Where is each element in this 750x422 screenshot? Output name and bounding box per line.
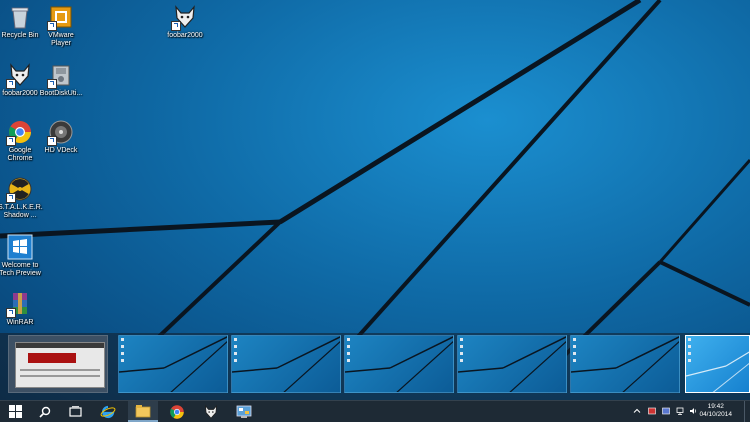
show-hidden-icons-chevron[interactable] [633, 407, 641, 415]
taskbar: 19:42 04/10/2014 [0, 400, 750, 422]
taskbar-file-explorer[interactable] [128, 401, 158, 422]
foobar-icon [6, 62, 33, 89]
icon-label: Welcome to Tech Preview [0, 262, 41, 277]
icon-label: foobar2000 [167, 32, 203, 39]
control-panel-icon [236, 405, 252, 418]
icon-label: VMware Player [48, 32, 74, 47]
show-desktop-button[interactable] [744, 401, 750, 422]
foobar-icon [171, 4, 198, 31]
icon-label: Google Chrome [7, 147, 33, 162]
windows-logo-icon [8, 405, 22, 418]
icon-label: foobar2000 [2, 90, 38, 97]
virtual-desktop-thumbnail-1[interactable] [8, 335, 108, 393]
vmware-icon [47, 4, 74, 31]
desktop-icon-recycle-bin[interactable]: Recycle Bin [0, 4, 42, 40]
icon-label: WinRAR [6, 319, 34, 326]
search-button[interactable] [30, 401, 60, 422]
shortcut-arrow-icon [171, 21, 181, 31]
desktop-icon-stalker[interactable]: S.T.A.L.K.E.R. Shadow ... [0, 176, 43, 220]
virtual-desktop-thumbnail-3[interactable] [231, 335, 341, 393]
hdvdeck-icon [47, 119, 74, 146]
desktop[interactable]: Recycle Bin VMware Player foobar2000 foo… [0, 0, 750, 400]
icon-label: BootDiskUti... [39, 90, 83, 97]
tray-app-icon[interactable] [648, 407, 656, 415]
shortcut-arrow-icon [47, 21, 57, 31]
desktop-icon-foobar2000[interactable]: foobar2000 [0, 62, 42, 98]
icon-label: HD VDeck [44, 147, 78, 154]
taskbar-clock[interactable]: 19:42 04/10/2014 [699, 403, 732, 419]
foobar-icon [204, 404, 218, 419]
stalker-icon [6, 176, 33, 203]
desktop-icon-bootdiskutility[interactable]: BootDiskUti... [39, 62, 83, 98]
shortcut-arrow-icon [6, 136, 16, 146]
shortcut-arrow-icon [6, 193, 16, 203]
shortcut-arrow-icon [6, 79, 16, 89]
volume-icon[interactable] [689, 407, 697, 415]
taskbar-control-panel[interactable] [229, 401, 259, 422]
icon-label: Recycle Bin [1, 32, 39, 39]
virtual-desktop-thumbnail-7[interactable] [685, 335, 750, 393]
virtual-desktop-thumbnail-2[interactable] [118, 335, 228, 393]
desktop-icon-vmware-player[interactable]: VMware Player [39, 4, 83, 48]
desktop-icon-google-chrome[interactable]: Google Chrome [0, 119, 42, 163]
internet-explorer-icon [100, 405, 116, 418]
chrome-icon [170, 404, 184, 419]
virtual-desktop-thumbnail-5[interactable] [457, 335, 567, 393]
windows-icon [7, 234, 33, 260]
task-view-button[interactable] [60, 401, 90, 422]
task-view-icon [68, 406, 82, 417]
shortcut-arrow-icon [47, 136, 57, 146]
winrar-icon [6, 291, 33, 318]
chrome-icon [6, 119, 33, 146]
network-icon[interactable] [676, 407, 684, 415]
tray-app-icon[interactable] [662, 407, 670, 415]
file-explorer-icon [135, 404, 151, 417]
shortcut-arrow-icon [47, 79, 57, 89]
search-icon [39, 406, 51, 418]
desktop-icon-foobar2000-top[interactable]: foobar2000 [163, 4, 207, 40]
shortcut-arrow-icon [6, 308, 16, 318]
clock-date: 04/10/2014 [699, 411, 732, 418]
clock-time: 19:42 [707, 403, 724, 410]
virtual-desktop-thumbnail-6[interactable] [570, 335, 680, 393]
desktop-icon-winrar[interactable]: WinRAR [0, 291, 42, 327]
taskbar-foobar2000[interactable] [196, 401, 226, 422]
recycle-bin-icon [7, 4, 33, 30]
start-button[interactable] [0, 401, 30, 422]
taskbar-internet-explorer[interactable] [93, 401, 123, 422]
bootdisk-icon [47, 62, 74, 89]
taskbar-chrome[interactable] [162, 401, 192, 422]
virtual-desktop-thumbnail-4[interactable] [344, 335, 454, 393]
desktop-icon-hd-vdeck[interactable]: HD VDeck [39, 119, 83, 155]
window-preview [15, 342, 105, 388]
icon-label: S.T.A.L.K.E.R. Shadow ... [0, 204, 43, 219]
desktop-icon-welcome-tech-preview[interactable]: Welcome to Tech Preview [0, 234, 42, 278]
